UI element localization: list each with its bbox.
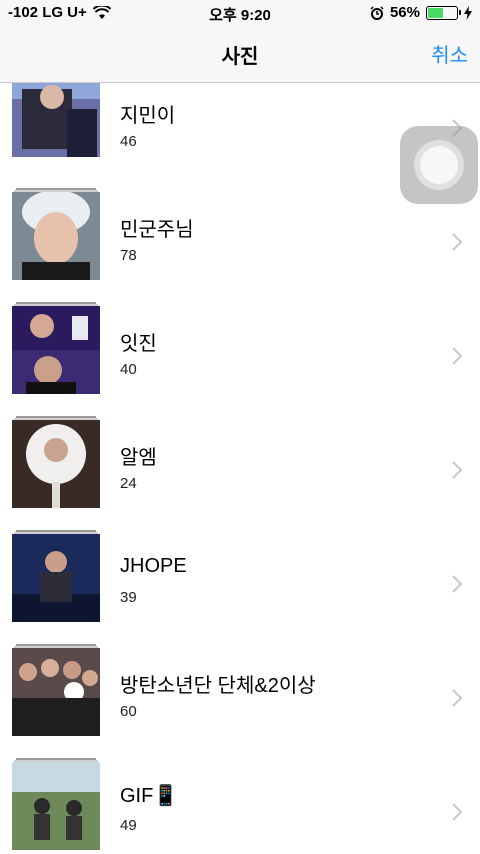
album-count: 60 xyxy=(120,703,137,720)
album-thumbnail xyxy=(12,302,100,394)
album-thumbnail-image xyxy=(12,306,100,394)
album-name: 방탄소년단 단체&2이상 xyxy=(120,675,316,697)
chevron-right-icon xyxy=(452,803,462,821)
album-count: 40 xyxy=(120,361,137,378)
album-row[interactable]: 잇진 40 xyxy=(0,280,480,394)
album-count: 24 xyxy=(120,475,137,492)
chevron-right-icon xyxy=(452,461,462,479)
album-thumbnail xyxy=(12,644,100,736)
album-row[interactable]: JHOPE 39 xyxy=(0,508,480,622)
album-count: 49 xyxy=(120,817,137,834)
assistive-touch-dot xyxy=(420,146,458,184)
album-thumbnail xyxy=(12,188,100,280)
assistive-touch-button[interactable] xyxy=(400,126,478,204)
page-title: 사진 xyxy=(221,46,259,68)
album-thumbnail-image xyxy=(12,534,100,622)
battery-icon xyxy=(426,5,461,20)
chevron-right-icon xyxy=(452,233,462,251)
status-right: 56% xyxy=(370,4,472,21)
album-name: GIF📱 xyxy=(120,785,179,807)
album-thumbnail-image xyxy=(12,648,100,736)
battery-percent: 56% xyxy=(389,4,420,21)
album-count: 46 xyxy=(120,133,137,150)
navigation-bar: 사진 취소 xyxy=(0,26,480,82)
chevron-right-icon xyxy=(452,347,462,365)
album-thumbnail-image xyxy=(12,420,100,508)
cancel-button[interactable]: 취소 xyxy=(431,39,468,68)
album-name: 지민이 xyxy=(120,105,176,127)
album-row[interactable]: 알엠 24 xyxy=(0,394,480,508)
album-thumbnail xyxy=(12,758,100,850)
album-thumbnail xyxy=(12,416,100,508)
album-row[interactable]: 방탄소년단 단체&2이상 60 xyxy=(0,622,480,736)
album-count: 39 xyxy=(120,589,137,606)
chevron-right-icon xyxy=(452,689,462,707)
album-thumbnail-image xyxy=(12,192,100,280)
album-name: 민군주님 xyxy=(120,219,194,241)
chevron-right-icon xyxy=(452,575,462,593)
top-bar: -102 LG U+ 오후 9:20 56% 사진 취소 xyxy=(0,0,480,83)
album-count: 78 xyxy=(120,247,137,264)
album-name: JHOPE xyxy=(120,555,187,577)
charging-icon xyxy=(464,5,472,20)
album-name: 알엠 xyxy=(120,447,157,469)
battery-fill xyxy=(428,7,443,18)
album-thumbnail-image xyxy=(12,762,100,850)
album-name: 잇진 xyxy=(120,333,157,355)
alarm-icon xyxy=(370,5,384,20)
status-bar: -102 LG U+ 오후 9:20 56% xyxy=(0,0,480,26)
album-row[interactable]: GIF📱 49 xyxy=(0,736,480,850)
album-thumbnail xyxy=(12,530,100,622)
